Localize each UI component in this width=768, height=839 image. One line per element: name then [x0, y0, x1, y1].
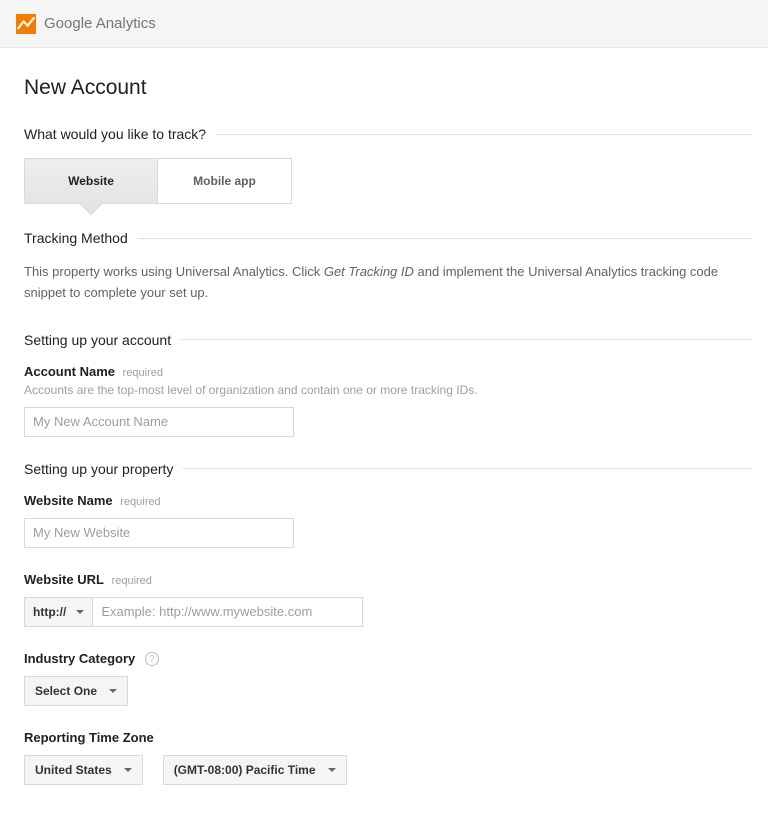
method-description: This property works using Universal Anal… — [24, 262, 752, 304]
method-text-before: This property works using Universal Anal… — [24, 264, 324, 279]
timezone-field: Reporting Time Zone United States (GMT-0… — [24, 730, 752, 785]
chevron-down-icon — [124, 768, 132, 772]
tab-mobile-app[interactable]: Mobile app — [158, 158, 292, 204]
divider — [216, 134, 752, 135]
account-name-label: Account Name — [24, 364, 115, 379]
website-url-input[interactable] — [93, 597, 363, 627]
required-tag: required — [123, 367, 163, 379]
method-text-italic: Get Tracking ID — [324, 264, 414, 279]
tab-website-label: Website — [68, 174, 114, 188]
property-section-label: Setting up your property — [24, 461, 173, 477]
track-type-tabs: Website Mobile app — [24, 158, 752, 204]
required-tag: required — [112, 575, 152, 587]
account-section-label: Setting up your account — [24, 332, 171, 348]
track-section-heading: What would you like to track? — [24, 126, 752, 142]
industry-value: Select One — [35, 684, 97, 698]
account-name-input[interactable] — [24, 407, 294, 437]
method-section-heading: Tracking Method — [24, 230, 752, 246]
industry-dropdown[interactable]: Select One — [24, 676, 128, 706]
help-icon[interactable]: ? — [145, 652, 159, 666]
timezone-country-dropdown[interactable]: United States — [24, 755, 143, 785]
industry-field: Industry Category ? Select One — [24, 651, 752, 707]
property-section-heading: Setting up your property — [24, 461, 752, 477]
analytics-logo-icon — [16, 14, 36, 34]
tab-mobile-label: Mobile app — [193, 174, 256, 188]
website-name-label: Website Name — [24, 493, 113, 508]
required-tag: required — [120, 496, 160, 508]
account-section-heading: Setting up your account — [24, 332, 752, 348]
track-section-label: What would you like to track? — [24, 126, 206, 142]
method-section-label: Tracking Method — [24, 230, 128, 246]
account-name-field: Account Name required Accounts are the t… — [24, 364, 752, 437]
timezone-zone-dropdown[interactable]: (GMT-08:00) Pacific Time — [163, 755, 347, 785]
account-name-hint: Accounts are the top-most level of organ… — [24, 383, 752, 397]
website-url-field: Website URL required http:// — [24, 572, 752, 627]
divider — [181, 339, 752, 340]
main-content: New Account What would you like to track… — [0, 48, 768, 839]
chevron-down-icon — [328, 768, 336, 772]
divider — [138, 238, 752, 239]
app-header: Google Analytics — [0, 0, 768, 48]
timezone-label: Reporting Time Zone — [24, 730, 154, 745]
tab-website[interactable]: Website — [24, 158, 158, 204]
product-name: Google Analytics — [44, 15, 156, 32]
industry-label: Industry Category — [24, 651, 135, 666]
chevron-down-icon — [109, 689, 117, 693]
website-name-field: Website Name required — [24, 493, 752, 548]
divider — [183, 468, 752, 469]
page-title: New Account — [24, 76, 752, 100]
protocol-value: http:// — [33, 605, 66, 619]
website-url-label: Website URL — [24, 572, 104, 587]
timezone-zone-value: (GMT-08:00) Pacific Time — [174, 763, 316, 777]
protocol-dropdown[interactable]: http:// — [24, 597, 93, 627]
timezone-country-value: United States — [35, 763, 112, 777]
chevron-down-icon — [76, 610, 84, 614]
website-name-input[interactable] — [24, 518, 294, 548]
